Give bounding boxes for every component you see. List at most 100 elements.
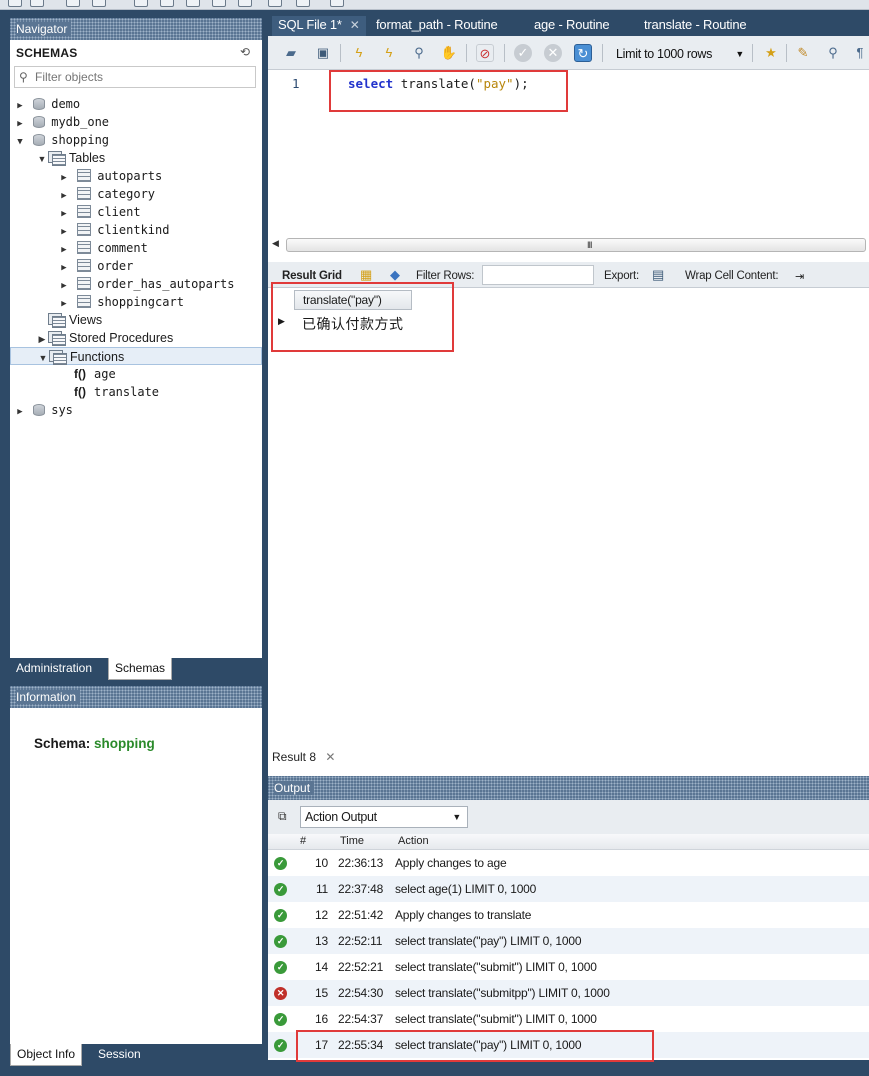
horizontal-scrollbar[interactable]: ◀ III — [268, 236, 869, 254]
toolbar-icon[interactable] — [238, 0, 252, 7]
tab-sql-file-1[interactable]: SQL File 1* ✕ — [272, 16, 366, 36]
tree-folder-stored-procedures[interactable]: ▶ Stored Procedures — [36, 329, 173, 347]
tab-object-info[interactable]: Object Info — [10, 1044, 83, 1066]
output-table-header: # Time Action — [268, 834, 869, 850]
filter-objects-input[interactable] — [35, 69, 250, 85]
tree-schema-demo[interactable]: ▶ demo — [14, 95, 80, 113]
sql-editor[interactable]: 1 select translate("pay"); — [268, 70, 869, 236]
output-row[interactable]: ✓ 17 22:55:34 select translate("pay") LI… — [268, 1032, 869, 1058]
output-row[interactable]: ✓ 11 22:37:48 select age(1) LIMIT 0, 100… — [268, 876, 869, 902]
tree-table-item[interactable]: ▶ autoparts — [58, 167, 162, 185]
tab-age-routine[interactable]: age - Routine — [528, 16, 615, 36]
grid-cell[interactable]: 已确认付款方式 — [302, 314, 404, 334]
toolbar-separator — [504, 44, 505, 62]
result-grid-label[interactable]: Result Grid — [282, 270, 342, 282]
tab-session[interactable]: Session — [92, 1044, 147, 1066]
open-sql-icon[interactable] — [30, 0, 44, 7]
function-icon: f() — [74, 367, 86, 381]
scrollbar-grip-icon[interactable]: III — [587, 240, 592, 250]
output-row[interactable]: ✓ 12 22:51:42 Apply changes to translate — [268, 902, 869, 928]
output-mode-select[interactable]: Action Output ▼ — [300, 806, 468, 828]
tree-schema-shopping[interactable]: ▼ shopping — [14, 131, 109, 149]
save-icon[interactable]: ▣ — [314, 44, 332, 62]
collapse-arrow-icon[interactable]: ▼ — [36, 150, 48, 168]
commit-icon[interactable]: ✓ — [514, 44, 532, 62]
scrollbar-track[interactable]: III — [286, 238, 866, 252]
toolbar-icon[interactable] — [160, 0, 174, 7]
toolbar-icon[interactable] — [268, 0, 282, 7]
open-file-icon[interactable]: ▰ — [282, 44, 300, 62]
tree-table-item[interactable]: ▶ order_has_autoparts — [58, 275, 235, 293]
tab-administration[interactable]: Administration — [10, 658, 98, 680]
toolbar-separator — [752, 44, 753, 62]
toolbar-separator — [786, 44, 787, 62]
filter-arrows-icon[interactable]: ◆ — [390, 267, 400, 283]
collapse-arrow-icon[interactable]: ▼ — [37, 349, 49, 367]
sidebar: Navigator SCHEMAS ⟲ ⚲ ▶ demo ▶ mydb_one … — [0, 10, 268, 1076]
tab-format-path-routine[interactable]: format_path - Routine — [370, 16, 504, 36]
tree-function-translate[interactable]: f() translate — [74, 383, 159, 401]
rollback-icon[interactable]: ✕ — [544, 44, 562, 62]
execute-icon[interactable]: ϟ — [350, 44, 368, 62]
toolbar-icon[interactable] — [134, 0, 148, 7]
close-icon[interactable]: ✕ — [350, 18, 360, 32]
output-row[interactable]: ✕ 15 22:54:30 select translate("submitpp… — [268, 980, 869, 1006]
toolbar-icon[interactable] — [66, 0, 80, 7]
autocommit-icon[interactable]: ↻ — [574, 44, 592, 62]
toggle-error-icon[interactable]: ⊘ — [476, 44, 494, 62]
expand-arrow-icon[interactable]: ▶ — [14, 403, 26, 421]
success-icon: ✓ — [274, 909, 287, 922]
tab-schemas[interactable]: Schemas — [108, 658, 173, 680]
tree-table-item[interactable]: ▶ category — [58, 185, 155, 203]
tree-table-item[interactable]: ▶ comment — [58, 239, 148, 257]
wrap-cell-label: Wrap Cell Content: — [685, 270, 779, 282]
tree-folder-tables[interactable]: ▼ Tables — [36, 149, 105, 167]
folder-icon — [49, 350, 67, 365]
add-snippet-icon[interactable]: ★ — [762, 44, 780, 62]
execute-current-icon[interactable]: ϟ — [380, 44, 398, 62]
toolbar-icon[interactable] — [186, 0, 200, 7]
wrap-cell-icon[interactable]: ⇥ — [795, 270, 804, 283]
close-icon[interactable]: ✕ — [325, 750, 335, 764]
refresh-icon[interactable]: ⟲ — [240, 45, 250, 59]
filter-objects-box[interactable]: ⚲ — [14, 66, 256, 88]
scroll-left-icon[interactable]: ◀ — [272, 238, 279, 249]
toolbar-icon[interactable] — [296, 0, 310, 7]
tree-schema-sys[interactable]: ▶ sys — [14, 401, 73, 419]
invisible-chars-icon[interactable]: ¶ — [854, 44, 866, 62]
tree-folder-views[interactable]: Views — [48, 311, 102, 329]
sql-statement[interactable]: select translate("pay"); — [348, 76, 529, 91]
grid-column-header[interactable]: translate("pay") — [294, 290, 412, 310]
copy-icon[interactable]: ⧉ — [278, 809, 287, 824]
tree-table-item[interactable]: ▶ shoppingcart — [58, 293, 184, 311]
find-icon[interactable]: ⚲ — [824, 44, 842, 62]
output-row[interactable]: ✓ 10 22:36:13 Apply changes to age — [268, 850, 869, 876]
limit-rows-select[interactable]: Limit to 1000 rows ▼ — [610, 44, 748, 64]
tree-table-item[interactable]: ▶ clientkind — [58, 221, 169, 239]
tree-table-item[interactable]: ▶ order — [58, 257, 133, 275]
new-query-icon[interactable] — [8, 0, 22, 7]
tab-result-8[interactable]: Result 8 ✕ — [272, 750, 335, 764]
output-row[interactable]: ✓ 13 22:52:11 select translate("pay") LI… — [268, 928, 869, 954]
tab-translate-routine[interactable]: translate - Routine — [638, 16, 752, 36]
tree-table-item[interactable]: ▶ client — [58, 203, 141, 221]
tree-function-age[interactable]: f() age — [74, 365, 116, 383]
toolbar-icon[interactable] — [92, 0, 106, 7]
explain-icon[interactable]: ⚲ — [410, 44, 428, 62]
toolbar-icon[interactable] — [212, 0, 226, 7]
tree-folder-functions[interactable]: ▼ Functions — [10, 347, 262, 365]
navigator-body: SCHEMAS ⟲ ⚲ ▶ demo ▶ mydb_one ▼ shopping… — [10, 40, 262, 658]
export-icon[interactable]: ▤ — [652, 267, 664, 283]
grid-view-icon[interactable]: ▦ — [360, 267, 372, 283]
expand-arrow-icon[interactable]: ▶ — [36, 330, 48, 348]
stop-icon[interactable]: ✋ — [440, 44, 458, 62]
information-title: Information — [16, 690, 81, 704]
filter-rows-input[interactable] — [482, 265, 594, 285]
beautify-icon[interactable]: ✎ — [794, 44, 812, 62]
output-row[interactable]: ✓ 14 22:52:21 select translate("submit")… — [268, 954, 869, 980]
toolbar-icon[interactable] — [330, 0, 344, 7]
output-row[interactable]: ✓ 16 22:54:37 select translate("submit")… — [268, 1006, 869, 1032]
tree-schema-mydb-one[interactable]: ▶ mydb_one — [14, 113, 109, 131]
collapse-arrow-icon[interactable]: ▼ — [14, 133, 26, 151]
row-num: 16 — [315, 1012, 328, 1026]
